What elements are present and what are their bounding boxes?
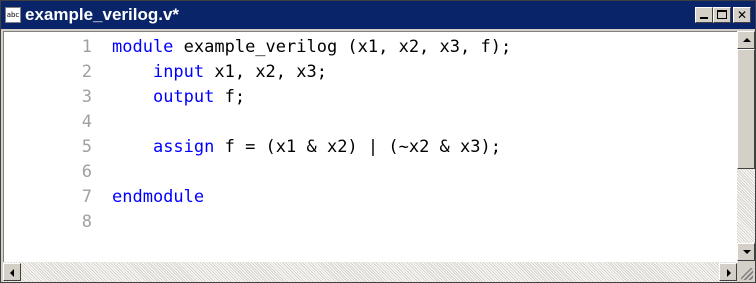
arrow-right-icon <box>727 269 731 277</box>
code-text: assign f = (x1 & x2) | (~x2 & x3); <box>112 135 501 160</box>
code-line[interactable]: 3 output f; <box>4 85 738 110</box>
code-line[interactable]: 4 <box>4 110 738 135</box>
line-number: 5 <box>81 137 92 157</box>
arrow-left-icon <box>10 269 14 277</box>
line-number: 3 <box>81 87 92 107</box>
horizontal-scrollbar[interactable] <box>3 262 737 282</box>
resize-grip-icon <box>741 268 753 280</box>
code-line[interactable]: 8 <box>4 210 738 235</box>
code-text: module example_verilog (x1, x2, x3, f); <box>112 35 511 60</box>
window-title: example_verilog.v* <box>25 5 180 24</box>
code-token: f; <box>214 87 246 107</box>
code-editor[interactable]: 1 module example_verilog (x1, x2, x3, f);… <box>3 31 738 262</box>
close-button[interactable]: ✕ <box>733 7 751 23</box>
line-number: 7 <box>81 187 92 207</box>
resize-grip[interactable] <box>737 262 755 282</box>
keyword-token: output <box>152 87 215 107</box>
keyword-token: assign <box>152 137 215 157</box>
title-bar[interactable]: abc example_verilog.v* ✕ <box>1 1 755 29</box>
code-text: output f; <box>112 85 245 110</box>
minimize-button[interactable] <box>695 7 713 23</box>
line-number: 6 <box>81 162 92 182</box>
minimize-icon <box>700 17 708 19</box>
maximize-button[interactable] <box>713 7 731 23</box>
vertical-scrollbar[interactable] <box>737 31 755 261</box>
code-line[interactable]: 1 module example_verilog (x1, x2, x3, f); <box>4 35 738 60</box>
keyword-token: input <box>152 62 205 82</box>
editor-window: abc example_verilog.v* ✕ 1 module example… <box>0 0 756 283</box>
line-number: 8 <box>81 212 92 232</box>
code-token: example_verilog (x1, x2, x3, f); <box>173 37 512 57</box>
keyword-token: endmodule <box>112 187 205 207</box>
scroll-left-button[interactable] <box>3 263 21 281</box>
line-number: 2 <box>81 62 92 82</box>
app-icon[interactable]: abc <box>5 7 21 23</box>
scroll-up-button[interactable] <box>737 31 755 49</box>
keyword-token: module <box>112 37 174 57</box>
line-number: 4 <box>81 112 92 132</box>
code-text: input x1, x2, x3; <box>112 60 327 85</box>
code-line[interactable]: 2 input x1, x2, x3; <box>4 60 738 85</box>
code-token: f = (x1 & x2) | (~x2 & x3); <box>214 137 501 157</box>
scroll-down-button[interactable] <box>737 243 755 261</box>
code-line[interactable]: 5 assign f = (x1 & x2) | (~x2 & x3); <box>4 135 738 160</box>
vertical-scroll-thumb[interactable] <box>737 49 755 169</box>
code-line[interactable]: 6 <box>4 160 738 185</box>
code-token: x1, x2, x3; <box>204 62 327 82</box>
code-text: endmodule <box>112 185 204 210</box>
code-line[interactable]: 7 endmodule <box>4 185 738 210</box>
close-icon: ✕ <box>736 8 748 22</box>
maximize-icon <box>717 10 727 19</box>
arrow-up-icon <box>743 38 751 42</box>
scroll-right-button[interactable] <box>719 263 737 281</box>
line-number: 1 <box>81 37 92 57</box>
arrow-down-icon <box>743 250 751 254</box>
